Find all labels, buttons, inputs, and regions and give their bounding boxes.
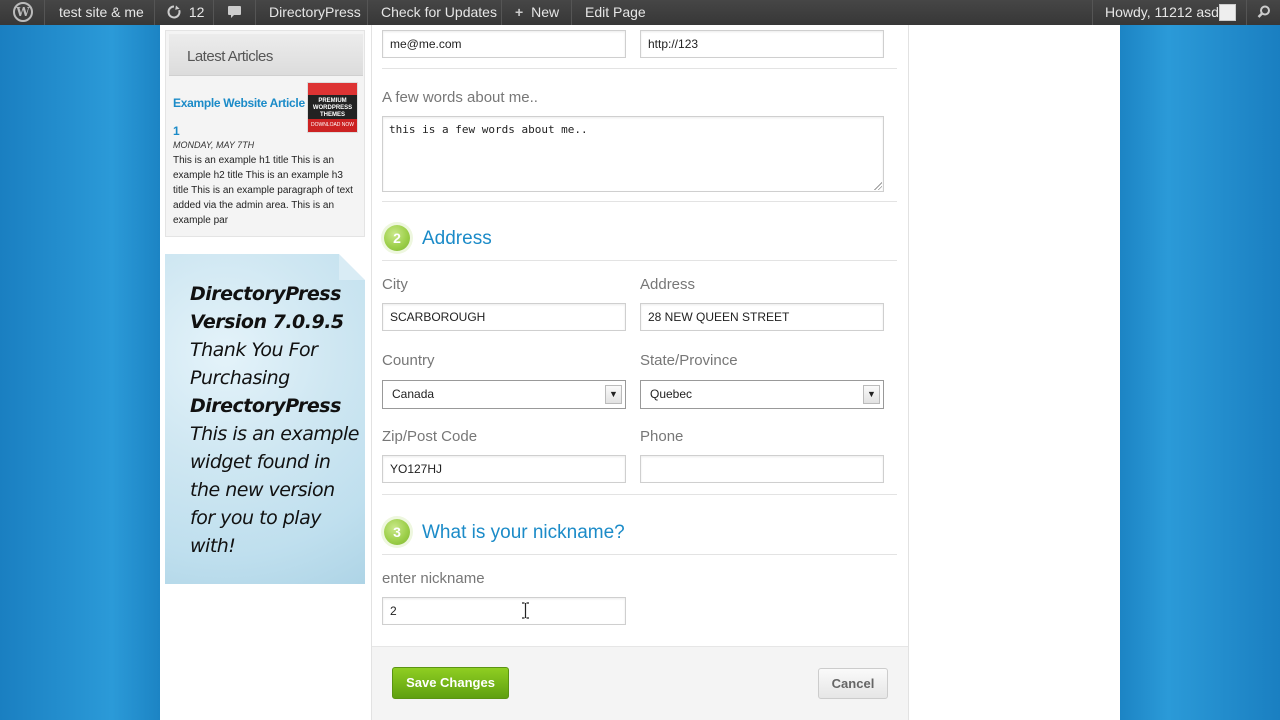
new-link[interactable]: + New bbox=[515, 0, 559, 25]
article-date: MONDAY, MAY 7TH bbox=[173, 140, 255, 150]
latest-articles-title: Latest Articles bbox=[187, 48, 273, 65]
state-label: State/Province bbox=[640, 352, 738, 369]
directorypress-link[interactable]: DirectoryPress bbox=[269, 0, 361, 25]
section-nickname-title: What is your nickname? bbox=[422, 522, 625, 543]
divider bbox=[382, 201, 897, 202]
city-field[interactable]: SCARBOROUGH bbox=[382, 303, 626, 331]
avatar[interactable] bbox=[1219, 4, 1236, 21]
admin-bar-separator bbox=[44, 0, 45, 25]
background-left bbox=[0, 0, 160, 720]
email-field[interactable]: me@me.com bbox=[382, 30, 626, 58]
article-thumbnail[interactable]: PREMIUM WORDPRESS THEMES DOWNLOAD NOW bbox=[307, 82, 358, 133]
widget-line: This is an example widget found in the n… bbox=[190, 423, 359, 557]
background-right bbox=[1120, 0, 1280, 720]
nickname-field[interactable]: 2 bbox=[382, 597, 626, 625]
search-icon bbox=[1257, 5, 1270, 18]
about-textarea[interactable]: this is a few words about me.. bbox=[382, 116, 884, 192]
widget-line: Thank You For Purchasing bbox=[190, 339, 318, 389]
divider bbox=[382, 554, 897, 555]
zip-field[interactable]: YO127HJ bbox=[382, 455, 626, 483]
plus-icon: + bbox=[515, 4, 524, 20]
divider bbox=[382, 260, 897, 261]
site-name-link[interactable]: test site & me bbox=[59, 0, 144, 25]
admin-bar-separator bbox=[154, 0, 155, 25]
about-text: this is a few words about me.. bbox=[389, 123, 588, 136]
address-label: Address bbox=[640, 276, 696, 293]
chevron-down-icon[interactable]: ▼ bbox=[605, 385, 622, 404]
about-label: A few words about me.. bbox=[382, 89, 538, 106]
text-cursor-icon bbox=[522, 602, 529, 619]
admin-bar-separator bbox=[255, 0, 256, 25]
city-label: City bbox=[382, 276, 408, 293]
zip-label: Zip/Post Code bbox=[382, 428, 478, 445]
phone-label: Phone bbox=[640, 428, 684, 445]
latest-articles-widget: Latest Articles Example Website Article … bbox=[165, 30, 365, 237]
step-2-badge: 2 bbox=[384, 225, 410, 251]
cancel-button[interactable]: Cancel bbox=[818, 668, 888, 699]
country-select[interactable]: Canada ▼ bbox=[382, 380, 626, 409]
country-selected-value: Canada bbox=[392, 387, 435, 401]
directorypress-widget: DirectoryPress Version 7.0.9.5 Thank You… bbox=[165, 254, 365, 584]
updates-count: 12 bbox=[188, 4, 205, 20]
article-excerpt: This is an example h1 title This is an e… bbox=[173, 155, 353, 226]
admin-bar-separator bbox=[1092, 0, 1093, 25]
admin-bar: W test site & me 12 DirectoryPress Check… bbox=[0, 0, 1280, 25]
updates-link[interactable]: 12 bbox=[167, 0, 204, 25]
step-3-badge: 3 bbox=[384, 519, 410, 545]
admin-bar-separator bbox=[501, 0, 502, 25]
chevron-down-icon[interactable]: ▼ bbox=[863, 385, 880, 404]
wordpress-logo-icon[interactable]: W bbox=[13, 2, 33, 22]
address-field[interactable]: 28 NEW QUEEN STREET bbox=[640, 303, 884, 331]
widget-line: Version 7.0.9.5 bbox=[190, 311, 344, 333]
howdy-user-link[interactable]: Howdy, 11212 asd bbox=[1105, 0, 1219, 25]
widget-line: DirectoryPress bbox=[190, 283, 341, 305]
article-title-link[interactable]: Example Website Article 1 bbox=[173, 89, 308, 145]
new-label: New bbox=[531, 4, 560, 20]
admin-bar-separator bbox=[213, 0, 214, 25]
save-changes-button[interactable]: Save Changes bbox=[392, 667, 509, 699]
website-field[interactable]: http://123 bbox=[640, 30, 884, 58]
admin-bar-separator bbox=[1246, 0, 1247, 25]
section-address-title: Address bbox=[422, 228, 492, 249]
check-updates-link[interactable]: Check for Updates bbox=[381, 0, 497, 25]
admin-bar-separator bbox=[367, 0, 368, 25]
admin-bar-separator bbox=[571, 0, 572, 25]
divider bbox=[382, 68, 897, 69]
resize-handle-icon[interactable] bbox=[874, 182, 882, 190]
country-label: Country bbox=[382, 352, 435, 369]
edit-page-link[interactable]: Edit Page bbox=[585, 0, 646, 25]
latest-articles-header: Latest Articles bbox=[169, 34, 363, 76]
phone-field[interactable] bbox=[640, 455, 884, 483]
widget-text: DirectoryPress Version 7.0.9.5 Thank You… bbox=[190, 280, 360, 560]
nickname-label: enter nickname bbox=[382, 570, 485, 587]
comment-icon bbox=[228, 6, 241, 18]
refresh-icon bbox=[167, 5, 181, 19]
search-button[interactable] bbox=[1257, 0, 1271, 25]
page-curl-decoration bbox=[339, 254, 365, 280]
comments-link[interactable] bbox=[227, 0, 242, 25]
state-select[interactable]: Quebec ▼ bbox=[640, 380, 884, 409]
state-selected-value: Quebec bbox=[650, 387, 693, 401]
divider bbox=[382, 494, 897, 495]
widget-line: DirectoryPress bbox=[190, 395, 341, 417]
